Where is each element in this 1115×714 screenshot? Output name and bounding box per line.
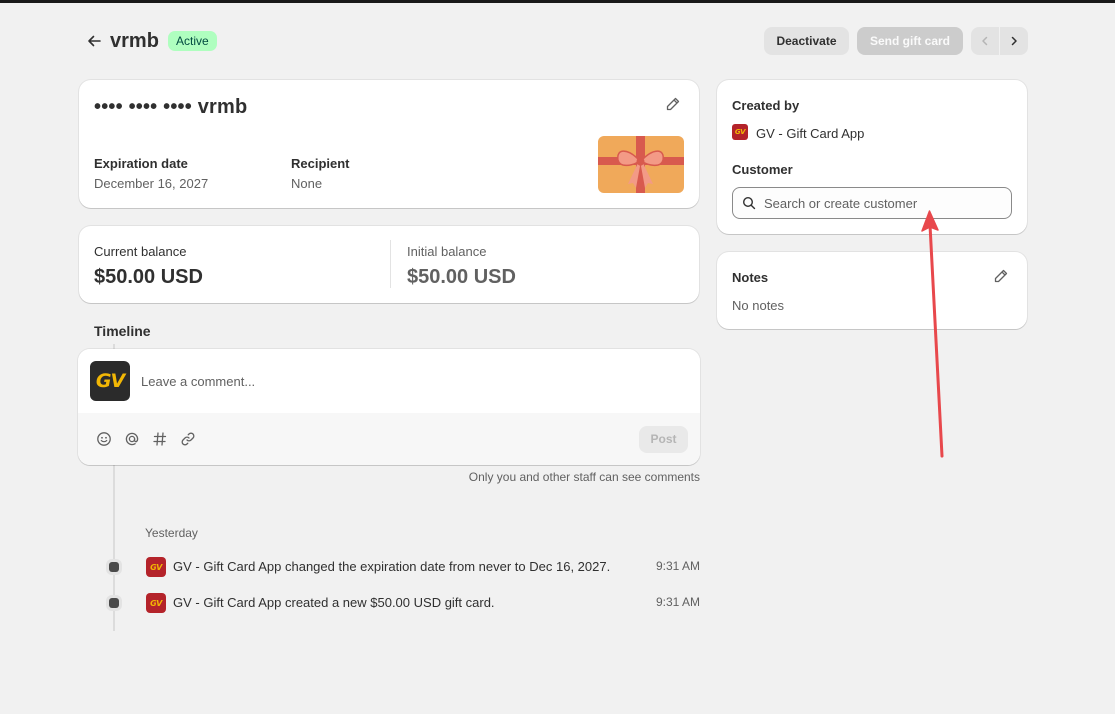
back-button[interactable] bbox=[82, 29, 106, 53]
customer-label: Customer bbox=[732, 162, 793, 177]
timeline-event-text: GV - Gift Card App created a new $50.00 … bbox=[173, 595, 495, 610]
gift-card-code: •••• •••• •••• vrmb bbox=[94, 96, 248, 118]
recipient-label: Recipient bbox=[291, 156, 350, 171]
timeline-event: GV GV - Gift Card App changed the expira… bbox=[106, 557, 706, 579]
customer-search-field[interactable] bbox=[732, 187, 1012, 219]
gift-card-image bbox=[598, 136, 684, 193]
gift-bow-icon bbox=[598, 136, 684, 193]
pencil-icon bbox=[666, 97, 680, 111]
chevron-right-icon bbox=[1011, 36, 1017, 46]
current-balance-value: $50.00 USD bbox=[94, 266, 203, 288]
avatar-logo-text: GV bbox=[95, 370, 125, 392]
top-frame-bar bbox=[0, 0, 1115, 3]
timeline-event: GV GV - Gift Card App created a new $50.… bbox=[106, 593, 706, 615]
pencil-icon bbox=[994, 269, 1008, 283]
status-badge: Active bbox=[168, 31, 217, 51]
creator-name[interactable]: GV - Gift Card App bbox=[756, 126, 864, 141]
link-icon bbox=[181, 432, 195, 446]
deactivate-button[interactable]: Deactivate bbox=[764, 27, 849, 55]
balance-divider bbox=[390, 240, 391, 288]
created-by-card: Created by GV GV - Gift Card App Custome… bbox=[717, 80, 1027, 234]
timeline-day-label: Yesterday bbox=[145, 526, 198, 540]
edit-code-button[interactable] bbox=[665, 96, 683, 114]
notes-card: Notes No notes bbox=[717, 252, 1027, 329]
emoji-button[interactable] bbox=[95, 430, 113, 448]
balance-card: Current balance $50.00 USD Initial balan… bbox=[79, 226, 699, 303]
pagination bbox=[971, 27, 1028, 55]
notes-empty-text: No notes bbox=[732, 298, 785, 313]
initial-balance-value: $50.00 USD bbox=[407, 266, 516, 288]
gv-app-icon: GV bbox=[146, 593, 166, 613]
hashtag-button[interactable] bbox=[151, 430, 169, 448]
timeline-dot bbox=[109, 598, 119, 608]
arrow-left-icon bbox=[88, 35, 101, 47]
staff-visibility-note: Only you and other staff can see comment… bbox=[468, 470, 700, 484]
edit-notes-button[interactable] bbox=[993, 268, 1011, 286]
smiley-icon bbox=[97, 432, 111, 446]
gift-card-summary-card: •••• •••• •••• vrmb Expiration date Dece… bbox=[79, 80, 699, 208]
notes-label: Notes bbox=[732, 270, 769, 285]
page-title: vrmb bbox=[110, 30, 159, 52]
timeline-event-text: GV - Gift Card App changed the expiratio… bbox=[173, 559, 611, 574]
avatar: GV bbox=[90, 361, 130, 401]
created-by-label: Created by bbox=[732, 98, 800, 113]
app-icon-text: GV bbox=[150, 598, 162, 608]
at-sign-icon bbox=[125, 432, 139, 446]
current-balance-label: Current balance bbox=[94, 244, 187, 259]
timeline-event-time: 9:31 AM bbox=[655, 559, 700, 573]
expiration-date-value: December 16, 2027 bbox=[94, 176, 209, 191]
comment-box: GV Post bbox=[78, 349, 700, 465]
timeline-event-time: 9:31 AM bbox=[655, 595, 700, 609]
customer-search-input[interactable] bbox=[764, 194, 1004, 212]
mention-button[interactable] bbox=[123, 430, 141, 448]
initial-balance-label: Initial balance bbox=[407, 244, 487, 259]
page-header: vrmb Active Deactivate Send gift card bbox=[80, 27, 1028, 55]
app-icon-text: GV bbox=[150, 562, 162, 572]
expiration-date-label: Expiration date bbox=[94, 156, 188, 171]
gv-app-icon: GV bbox=[732, 124, 748, 140]
chevron-left-icon bbox=[982, 36, 988, 46]
timeline-title: Timeline bbox=[94, 323, 151, 339]
recipient-value: None bbox=[291, 176, 323, 191]
gv-app-icon: GV bbox=[146, 557, 166, 577]
next-button[interactable] bbox=[1000, 27, 1028, 55]
timeline-dot bbox=[109, 562, 119, 572]
attach-link-button[interactable] bbox=[179, 430, 197, 448]
search-icon bbox=[742, 196, 756, 210]
hash-icon bbox=[153, 432, 167, 446]
comment-input[interactable] bbox=[141, 371, 681, 391]
send-gift-card-button[interactable]: Send gift card bbox=[857, 27, 963, 55]
app-icon-text: GV bbox=[734, 128, 746, 136]
post-button[interactable]: Post bbox=[639, 426, 688, 453]
previous-button[interactable] bbox=[971, 27, 999, 55]
